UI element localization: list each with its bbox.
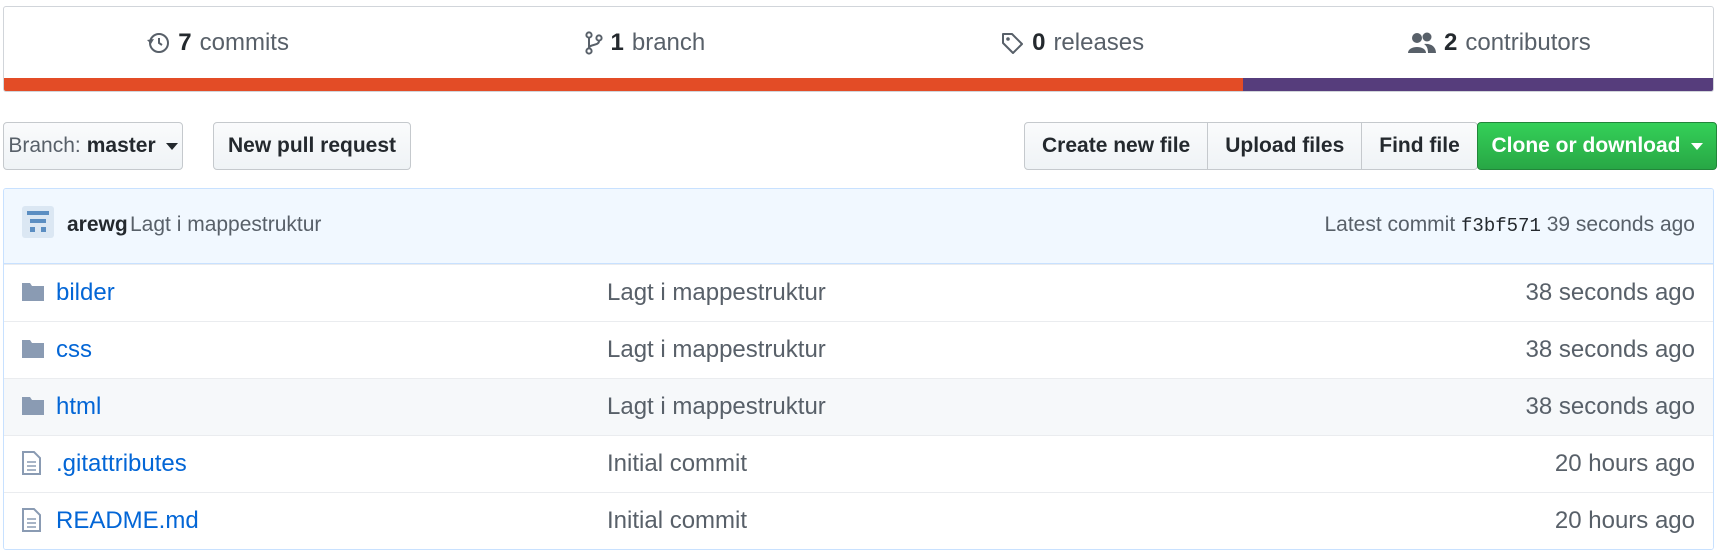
contributors-label: contributors (1465, 29, 1591, 56)
file-commit-message-link[interactable]: Lagt i mappestruktur (607, 279, 826, 307)
file-commit-message-link[interactable]: Initial commit (607, 507, 747, 535)
create-new-file-button[interactable]: Create new file (1024, 122, 1209, 170)
commits-count: 7 (178, 29, 192, 56)
file-commit-message-link[interactable]: Initial commit (607, 450, 747, 478)
folder-icon (21, 337, 45, 366)
clone-or-download-button[interactable]: Clone or download (1477, 122, 1717, 170)
language-bar[interactable] (4, 78, 1713, 91)
file-name-link[interactable]: html (56, 393, 101, 421)
repo-summary: 7 commits 1 branch 0 releases 2 contribu… (3, 6, 1714, 92)
git-branch-icon (584, 31, 603, 55)
releases-link[interactable]: 0 releases (859, 7, 1286, 79)
file-navigation-table: arewg Lagt i mappestruktur Latest commit… (3, 188, 1714, 550)
file-age: 38 seconds ago (1525, 336, 1695, 363)
file-row: html Lagt i mappestruktur 38 seconds ago (4, 378, 1713, 435)
tag-icon (1000, 31, 1024, 55)
file-age: 20 hours ago (1554, 507, 1695, 534)
commits-label: commits (199, 29, 289, 56)
new-pull-request-button[interactable]: New pull request (213, 122, 411, 170)
file-name-link[interactable]: .gitattributes (56, 450, 187, 478)
find-file-button[interactable]: Find file (1361, 122, 1478, 170)
file-row: README.md Initial commit 20 hours ago (4, 492, 1713, 549)
contributors-link[interactable]: 2 contributors (1286, 7, 1713, 79)
releases-count: 0 (1032, 29, 1046, 56)
latest-commit-bar: arewg Lagt i mappestruktur Latest commit… (4, 189, 1713, 264)
branch-count: 1 (610, 29, 624, 56)
file-name-link[interactable]: css (56, 336, 92, 364)
numbers-summary: 7 commits 1 branch 0 releases 2 contribu… (4, 7, 1713, 79)
folder-icon (21, 280, 45, 309)
file-commit-message-link[interactable]: Lagt i mappestruktur (607, 336, 826, 364)
file-age: 20 hours ago (1554, 450, 1695, 477)
file-name-link[interactable]: bilder (56, 279, 115, 307)
avatar[interactable] (22, 206, 54, 238)
file-age: 38 seconds ago (1525, 279, 1695, 306)
branch-select-button[interactable]: Branch: master (3, 122, 183, 170)
file-age: 38 seconds ago (1525, 393, 1695, 420)
file-commit-message-link[interactable]: Lagt i mappestruktur (607, 393, 826, 421)
latest-commit-meta: Latest commit f3bf571 39 seconds ago (1324, 213, 1695, 237)
commit-age: 39 seconds ago (1546, 213, 1695, 236)
branch-name: master (86, 134, 156, 157)
caret-down-icon (165, 142, 178, 150)
language-segment-html[interactable] (4, 78, 1244, 91)
file-icon (21, 451, 41, 482)
file-icon (21, 508, 41, 539)
clone-or-download-label: Clone or download (1491, 134, 1681, 157)
branches-link[interactable]: 1 branch (431, 7, 858, 79)
file-row: css Lagt i mappestruktur 38 seconds ago (4, 321, 1713, 378)
commit-sha-link[interactable]: f3bf571 (1461, 215, 1541, 237)
file-actions-group: Create new file Upload files Find file (1024, 122, 1478, 170)
commits-link[interactable]: 7 commits (4, 7, 431, 79)
contributors-count: 2 (1444, 29, 1458, 56)
commit-author-link[interactable]: arewg (67, 213, 128, 237)
people-icon (1408, 31, 1436, 55)
upload-files-button[interactable]: Upload files (1207, 122, 1363, 170)
language-segment-css[interactable] (1243, 78, 1713, 91)
history-icon (146, 31, 170, 55)
commit-message-link[interactable]: Lagt i mappestruktur (130, 213, 321, 237)
branch-label: branch (631, 29, 706, 56)
releases-label: releases (1053, 29, 1145, 56)
branch-prefix: Branch: (8, 134, 81, 157)
latest-commit-prefix: Latest commit (1324, 213, 1456, 236)
file-row: bilder Lagt i mappestruktur 38 seconds a… (4, 264, 1713, 321)
file-name-link[interactable]: README.md (56, 507, 199, 535)
caret-down-icon (1690, 142, 1703, 150)
folder-icon (21, 394, 45, 423)
file-row: .gitattributes Initial commit 20 hours a… (4, 435, 1713, 492)
